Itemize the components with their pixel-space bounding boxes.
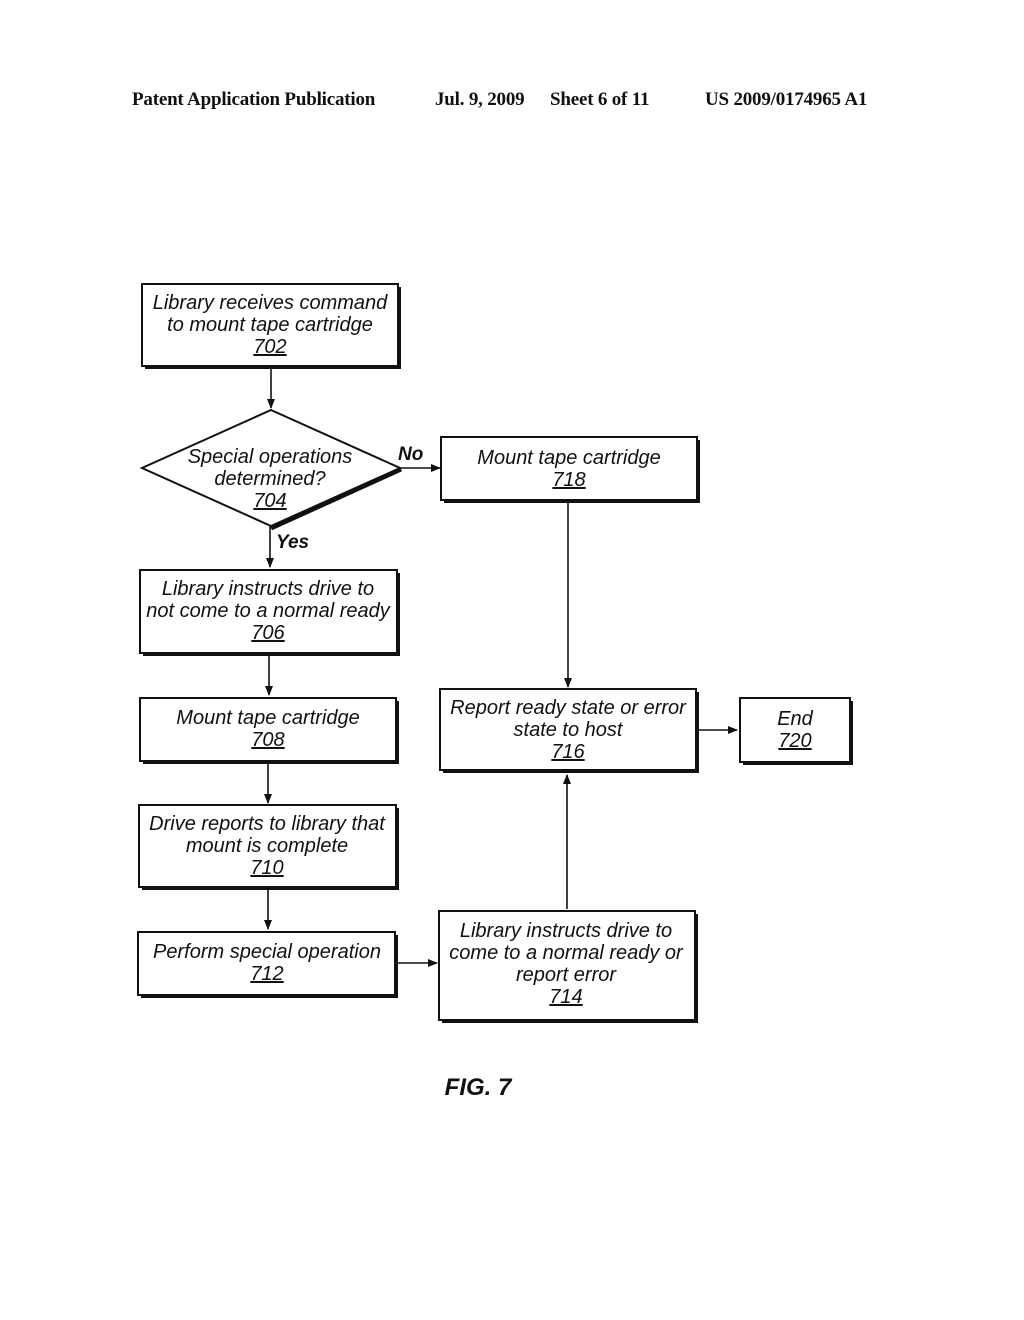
node-704-ref: 704 (253, 490, 286, 512)
node-706-ref: 706 (251, 622, 285, 644)
node-710: Drive reports to library that mount is c… (138, 804, 399, 890)
node-716-line-1: Report ready state or error (450, 697, 687, 719)
node-712-ref: 712 (250, 963, 283, 985)
node-704: Special operations determined? 704 (139, 408, 403, 531)
node-708-line-1: Mount tape cartridge (176, 707, 359, 729)
node-714-line-2: come to a normal ready or (449, 942, 684, 964)
node-716-line-2: state to host (514, 719, 624, 741)
edge-label-yes: Yes (276, 532, 309, 553)
flowchart: No Yes Library receives command to mount… (137, 283, 853, 1101)
node-702-line-2: to mount tape cartridge (167, 314, 373, 336)
node-720-line-1: End (777, 708, 813, 730)
node-710-ref: 710 (250, 857, 283, 879)
node-708: Mount tape cartridge 708 (139, 697, 399, 764)
node-706-line-1: Library instructs drive to (162, 578, 374, 600)
node-720-ref: 720 (778, 730, 811, 752)
node-710-line-1: Drive reports to library that (149, 813, 386, 835)
node-714: Library instructs drive to come to a nor… (438, 910, 698, 1023)
node-706-line-2: not come to a normal ready (146, 600, 390, 622)
node-702: Library receives command to mount tape c… (141, 283, 401, 369)
figure-label: FIG. 7 (445, 1074, 513, 1101)
node-706: Library instructs drive to not come to a… (139, 569, 400, 656)
node-702-ref: 702 (253, 336, 286, 358)
node-712: Perform special operation 712 (137, 931, 398, 998)
node-720: End 720 (739, 697, 853, 765)
node-714-line-3: report error (516, 964, 617, 986)
node-718: Mount tape cartridge 718 (440, 436, 700, 503)
node-718-ref: 718 (552, 469, 585, 491)
node-708-ref: 708 (251, 729, 284, 751)
node-710-line-2: mount is complete (186, 835, 348, 857)
node-718-line-1: Mount tape cartridge (477, 447, 660, 469)
node-716: Report ready state or error state to hos… (439, 688, 699, 773)
node-704-line-1: Special operations (188, 446, 353, 468)
node-702-line-1: Library receives command (153, 292, 388, 314)
node-714-ref: 714 (549, 986, 582, 1008)
edge-label-no: No (398, 444, 423, 465)
node-712-line-1: Perform special operation (153, 941, 381, 963)
node-714-line-1: Library instructs drive to (460, 920, 672, 942)
node-716-ref: 716 (551, 741, 585, 763)
node-704-line-2: determined? (214, 468, 326, 490)
